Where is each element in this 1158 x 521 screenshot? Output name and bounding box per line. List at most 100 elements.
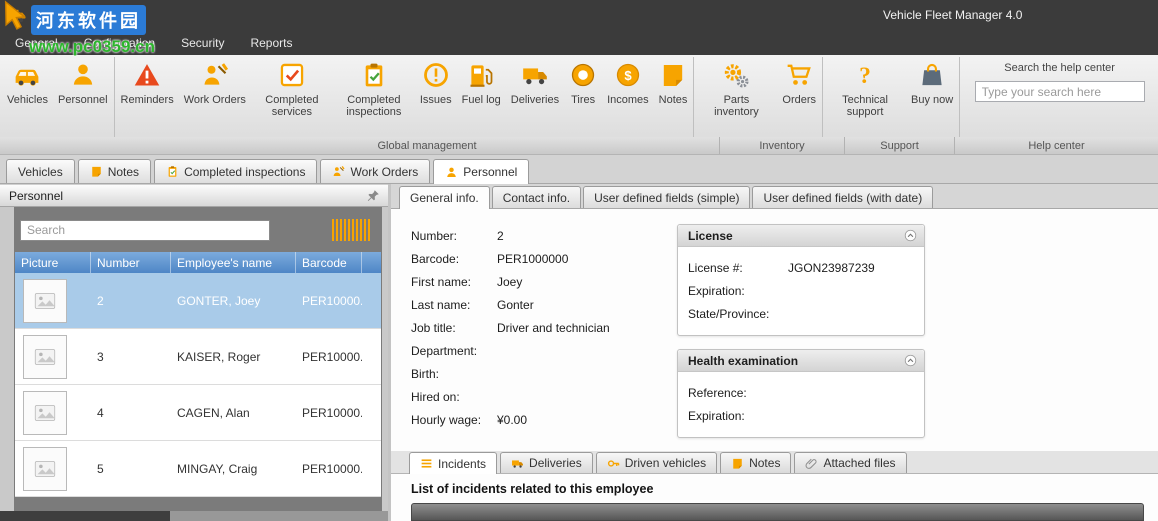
window-title: Vehicle Fleet Manager 4.0: [883, 8, 1023, 22]
column-header-employees-name[interactable]: Employee's name: [171, 252, 296, 273]
field-label: Job title:: [411, 320, 456, 335]
ribbon-button-buy-now[interactable]: Buy now: [906, 55, 958, 138]
boxes-column: License License #: JGON23987239 Expiratio…: [677, 224, 925, 451]
help-center-label: Search the help center: [1004, 62, 1115, 74]
ribbon-button-orders[interactable]: Orders: [777, 55, 821, 138]
scrollbar-thumb[interactable]: [0, 511, 170, 521]
tab-attached-files[interactable]: Attached files: [794, 452, 907, 473]
menu-security[interactable]: Security: [168, 31, 237, 55]
ribbon-button-reminders[interactable]: Reminders: [116, 55, 179, 138]
collapse-icon[interactable]: [904, 229, 917, 242]
name-cell: GONTER, Joey: [177, 293, 261, 308]
detail-tab-bar: General info. Contact info. User defined…: [391, 184, 1158, 209]
incidents-section: List of incidents related to this employ…: [391, 474, 1158, 521]
field-label: Birth:: [411, 366, 440, 381]
horizontal-scrollbar[interactable]: [0, 511, 388, 521]
table-header-row: Picture Number Employee's name Barcode: [15, 252, 381, 273]
ribbon-button-technical-support[interactable]: Technical support: [824, 55, 906, 138]
truck-icon: [521, 59, 549, 91]
tab-user-defined-fields-with-date[interactable]: User defined fields (with date): [752, 186, 934, 208]
tab-deliveries[interactable]: Deliveries: [500, 452, 593, 473]
tab-vehicles[interactable]: Vehicles: [6, 159, 75, 183]
ribbon-button-deliveries[interactable]: Deliveries: [506, 55, 564, 138]
photo-placeholder-icon: [23, 446, 67, 491]
tab-contact-info[interactable]: Contact info.: [491, 186, 582, 208]
ribbon-button-vehicles[interactable]: Vehicles: [2, 55, 53, 138]
table-row[interactable]: 3 KAISER, Roger PER10000...: [15, 329, 381, 385]
number-cell: 5: [97, 461, 104, 476]
field-label: Hired on:: [411, 389, 460, 404]
help-center-group: Search the help center: [961, 55, 1158, 138]
tab-notes-related[interactable]: Notes: [720, 452, 792, 473]
menu-configuration[interactable]: Configuration: [71, 31, 168, 55]
column-header-picture[interactable]: Picture: [15, 252, 91, 273]
pin-icon[interactable]: [367, 189, 380, 202]
clipboard-check-icon: [360, 59, 388, 91]
group-caption-global-management: Global management: [0, 137, 720, 154]
person-icon: [445, 166, 458, 179]
barcode-cell: PER10000...: [302, 461, 362, 476]
tab-personnel[interactable]: Personnel: [433, 159, 530, 184]
tab-driven-vehicles[interactable]: Driven vehicles: [595, 452, 718, 473]
column-header-filler: [362, 252, 381, 273]
ribbon-button-issues[interactable]: Issues: [415, 55, 457, 138]
field-label: First name:: [411, 274, 472, 289]
table-row[interactable]: 2 GONTER, Joey PER10000...: [15, 273, 381, 329]
tire-icon: [569, 59, 597, 91]
ribbon-button-notes[interactable]: Notes: [654, 55, 693, 138]
field-label: Barcode:: [411, 251, 460, 266]
ribbon-button-work-orders[interactable]: Work Orders: [179, 55, 251, 138]
ribbon-button-tires[interactable]: Tires: [564, 55, 602, 138]
picture-cell: [15, 446, 91, 491]
car-icon: [13, 59, 41, 91]
personnel-detail-panel: General info. Contact info. User defined…: [391, 184, 1158, 521]
gears-icon: [722, 59, 750, 91]
number-cell: 4: [97, 405, 104, 420]
ribbon-button-completed-inspections[interactable]: Completed inspections: [333, 55, 415, 138]
ribbon-button-fuel-log[interactable]: Fuel log: [457, 55, 506, 138]
table-row[interactable]: 5 MINGAY, Craig PER10000...: [15, 441, 381, 497]
incidents-toolbar[interactable]: [411, 503, 1144, 521]
help-search-input[interactable]: [974, 81, 1145, 102]
field-value: Gonter: [497, 297, 534, 312]
tab-completed-inspections[interactable]: Completed inspections: [154, 159, 318, 183]
ribbon-button-label: Fuel log: [461, 94, 501, 106]
picture-cell: [15, 390, 91, 435]
collapse-icon[interactable]: [904, 354, 917, 367]
ribbon-button-label: Deliveries: [510, 94, 560, 106]
ribbon-button-label: Parts inventory: [714, 94, 759, 118]
shopping-bag-icon: [918, 59, 946, 91]
field-label: Hourly wage:: [411, 412, 482, 427]
menu-reports[interactable]: Reports: [237, 31, 305, 55]
ribbon-button-personnel[interactable]: Personnel: [53, 55, 113, 138]
tab-user-defined-fields-simple[interactable]: User defined fields (simple): [583, 186, 751, 208]
person-icon: [69, 59, 97, 91]
barcode-icon[interactable]: [332, 219, 372, 241]
health-box-header: Health examination: [678, 350, 924, 372]
column-header-barcode[interactable]: Barcode: [296, 252, 362, 273]
warning-triangle-icon: [133, 59, 161, 91]
tab-notes[interactable]: Notes: [77, 159, 152, 183]
ribbon-button-label: Completed services: [265, 94, 319, 118]
title-bar: Vehicle Fleet Manager 4.0: [0, 0, 1158, 30]
tab-general-info[interactable]: General info.: [399, 186, 490, 209]
ribbon-button-parts-inventory[interactable]: Parts inventory: [695, 55, 777, 138]
ribbon-button-incomes[interactable]: Incomes: [602, 55, 654, 138]
worker-icon: [201, 59, 229, 91]
tab-work-orders[interactable]: Work Orders: [320, 159, 431, 183]
table-row[interactable]: 4 CAGEN, Alan PER10000...: [15, 385, 381, 441]
tab-label: Notes: [107, 164, 140, 179]
box-title: License: [688, 228, 733, 243]
ribbon-button-completed-services[interactable]: Completed services: [251, 55, 333, 138]
search-input[interactable]: [20, 219, 270, 241]
ribbon-button-label: Notes: [658, 94, 688, 106]
tab-incidents[interactable]: Incidents: [409, 452, 498, 474]
menu-general[interactable]: General: [2, 31, 71, 55]
ribbon-button-label: Buy now: [911, 94, 954, 106]
app-logo-icon: [5, 4, 27, 26]
column-header-number[interactable]: Number: [91, 252, 171, 273]
paperclip-icon: [805, 457, 818, 470]
personnel-list-panel: Personnel Picture Number Employee's name…: [0, 184, 388, 521]
tab-label: Incidents: [438, 456, 487, 471]
ribbon-button-label: Orders: [782, 94, 817, 106]
